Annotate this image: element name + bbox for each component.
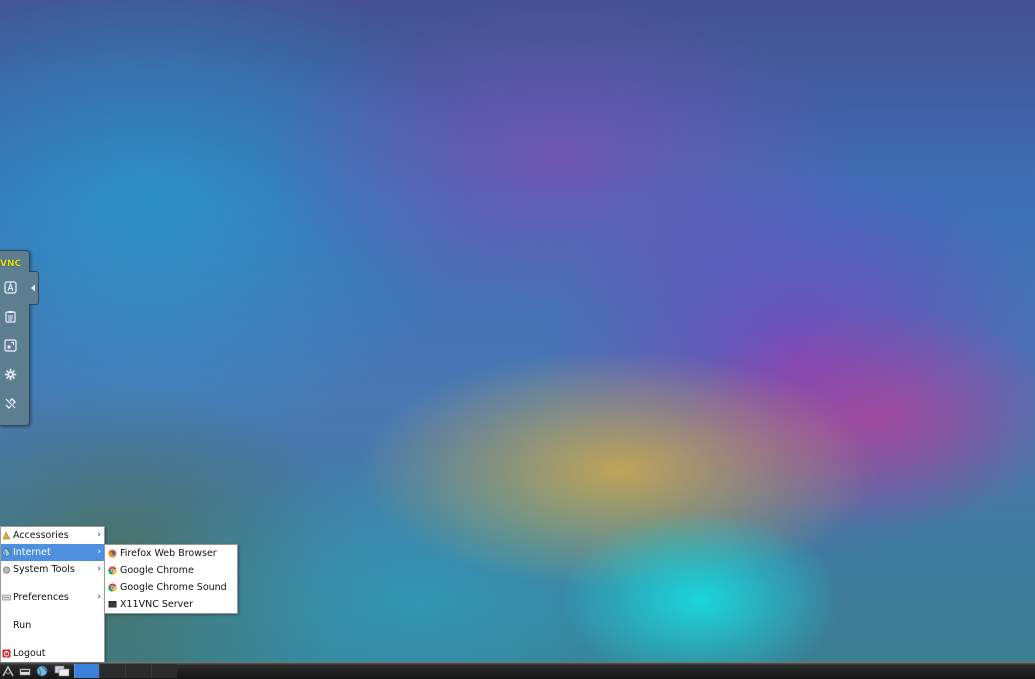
preferences-icon <box>2 594 11 601</box>
workspace-4[interactable] <box>151 664 177 678</box>
submenu-item-firefox[interactable]: Firefox Web Browser <box>105 545 237 562</box>
chrome-icon <box>108 583 117 592</box>
web-browser-icon <box>36 665 48 677</box>
start-menu-icon <box>2 665 14 677</box>
submenu-item-x11vnc-server[interactable]: X11VNC Server <box>105 596 237 613</box>
taskbar <box>0 662 1035 679</box>
menu-item-accessories[interactable]: Accessories › <box>1 527 104 544</box>
workspace-3[interactable] <box>125 664 151 678</box>
internet-submenu: Firefox Web Browser Google Chrome Google… <box>104 544 238 614</box>
menu-item-preferences[interactable]: Preferences › <box>1 589 104 606</box>
disconnect-icon <box>5 397 16 409</box>
menu-item-label: Accessories <box>13 530 69 541</box>
terminal-icon <box>108 601 117 608</box>
menu-item-logout[interactable]: Logout <box>1 645 104 662</box>
submenu-item-label: Firefox Web Browser <box>120 548 217 559</box>
menu-item-internet[interactable]: Internet › <box>1 544 104 561</box>
workspace-2[interactable] <box>99 664 125 678</box>
web-browser-launcher[interactable] <box>35 665 49 677</box>
submenu-arrow-icon: › <box>97 547 101 557</box>
menu-item-label: Logout <box>13 648 46 659</box>
fullscreen-icon <box>3 338 17 352</box>
file-manager-icon <box>19 668 31 676</box>
disconnect-button[interactable] <box>1 394 19 412</box>
submenu-item-google-chrome-sound[interactable]: Google Chrome Sound <box>105 579 237 596</box>
settings-button[interactable] <box>1 365 19 383</box>
clipboard-icon <box>4 310 16 323</box>
menu-item-label: Preferences <box>13 592 69 603</box>
vnc-control-panel: VNC <box>0 250 30 426</box>
menu-item-label: System Tools <box>13 564 75 575</box>
start-menu-button[interactable] <box>1 665 15 677</box>
fullscreen-button[interactable] <box>1 336 19 354</box>
internet-icon <box>2 548 11 557</box>
chrome-icon <box>108 566 117 575</box>
settings-icon <box>4 368 16 380</box>
submenu-arrow-icon: › <box>97 564 101 574</box>
accessories-icon <box>2 531 11 540</box>
show-desktop-button[interactable] <box>53 665 71 677</box>
keyboard-button[interactable] <box>1 278 19 296</box>
file-manager-launcher[interactable] <box>18 665 32 677</box>
menu-item-label: Internet <box>13 547 51 558</box>
keyboard-icon <box>3 280 17 294</box>
menu-item-label: Run <box>13 620 32 631</box>
menu-item-system-tools[interactable]: System Tools › <box>1 561 104 578</box>
system-tools-icon <box>2 566 11 574</box>
application-menu: Accessories › Internet › System Tools › … <box>0 526 105 664</box>
workspace-1[interactable] <box>74 664 99 678</box>
clipboard-button[interactable] <box>1 307 19 325</box>
submenu-item-google-chrome[interactable]: Google Chrome <box>105 562 237 579</box>
menu-item-run[interactable]: Run <box>1 617 104 634</box>
collapse-arrow-icon <box>31 284 35 292</box>
submenu-arrow-icon: › <box>97 592 101 602</box>
vnc-logo: VNC <box>0 259 22 269</box>
submenu-item-label: X11VNC Server <box>120 599 194 610</box>
firefox-icon <box>108 549 117 558</box>
submenu-item-label: Google Chrome Sound <box>120 582 227 593</box>
submenu-arrow-icon: › <box>97 530 101 540</box>
logout-icon <box>2 649 11 658</box>
submenu-item-label: Google Chrome <box>120 565 194 576</box>
vnc-panel-toggle[interactable] <box>29 271 39 305</box>
show-desktop-icon <box>54 665 70 677</box>
